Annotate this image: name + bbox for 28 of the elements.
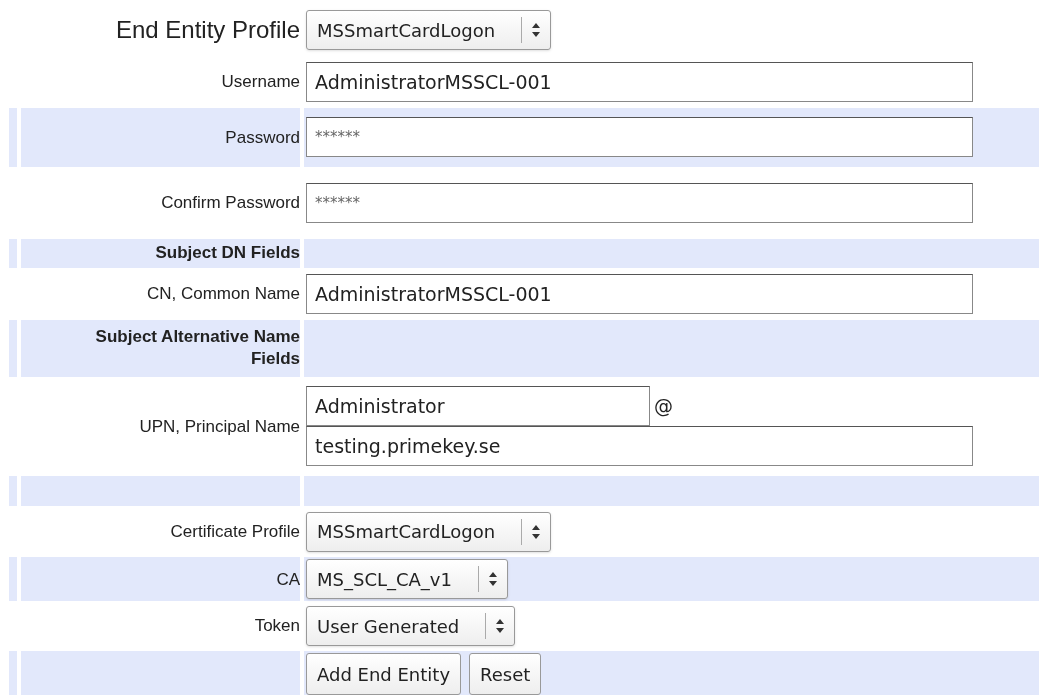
password-field[interactable]: ****** bbox=[306, 182, 973, 223]
add-button[interactable]: Add End Entity bbox=[306, 653, 462, 695]
dropdown[interactable]: User Generated bbox=[306, 606, 516, 647]
field-label: Password bbox=[225, 126, 300, 149]
section-heading: Subject Alternative Name Fields bbox=[94, 326, 300, 371]
field-label: UPN, Principal Name bbox=[139, 415, 300, 438]
section-heading: Subject DN Fields bbox=[154, 242, 300, 265]
up-down-arrows-icon bbox=[495, 618, 506, 635]
up-down-arrows-icon bbox=[487, 571, 498, 588]
input-field[interactable]: AdministratorMSSCL-001 bbox=[306, 273, 973, 314]
input-field[interactable]: AdministratorMSSCL-001 bbox=[306, 61, 973, 102]
field-label: Confirm Password bbox=[161, 192, 300, 214]
dropdown[interactable]: MSSmartCardLogon bbox=[306, 10, 552, 51]
up-down-arrows-icon bbox=[531, 523, 542, 540]
field-label: CN, Common Name bbox=[146, 283, 300, 306]
up-down-arrows-icon bbox=[531, 22, 542, 39]
at-sign: @ bbox=[654, 394, 673, 420]
field-label: Token bbox=[254, 615, 300, 638]
dropdown[interactable]: MSSmartCardLogon bbox=[306, 511, 552, 552]
field-label: Certificate Profile bbox=[170, 520, 300, 543]
dropdown[interactable]: MS_SCL_CA_v1 bbox=[306, 559, 508, 600]
field-label: End Entity Profile bbox=[115, 15, 300, 46]
input-field[interactable]: Administrator bbox=[306, 386, 650, 427]
input-field[interactable]: testing.primekey.se bbox=[306, 426, 973, 467]
reset-button[interactable]: Reset bbox=[469, 653, 542, 695]
field-label: Username bbox=[221, 71, 300, 94]
password-field[interactable]: ****** bbox=[306, 117, 973, 158]
field-label: CA bbox=[276, 568, 300, 591]
